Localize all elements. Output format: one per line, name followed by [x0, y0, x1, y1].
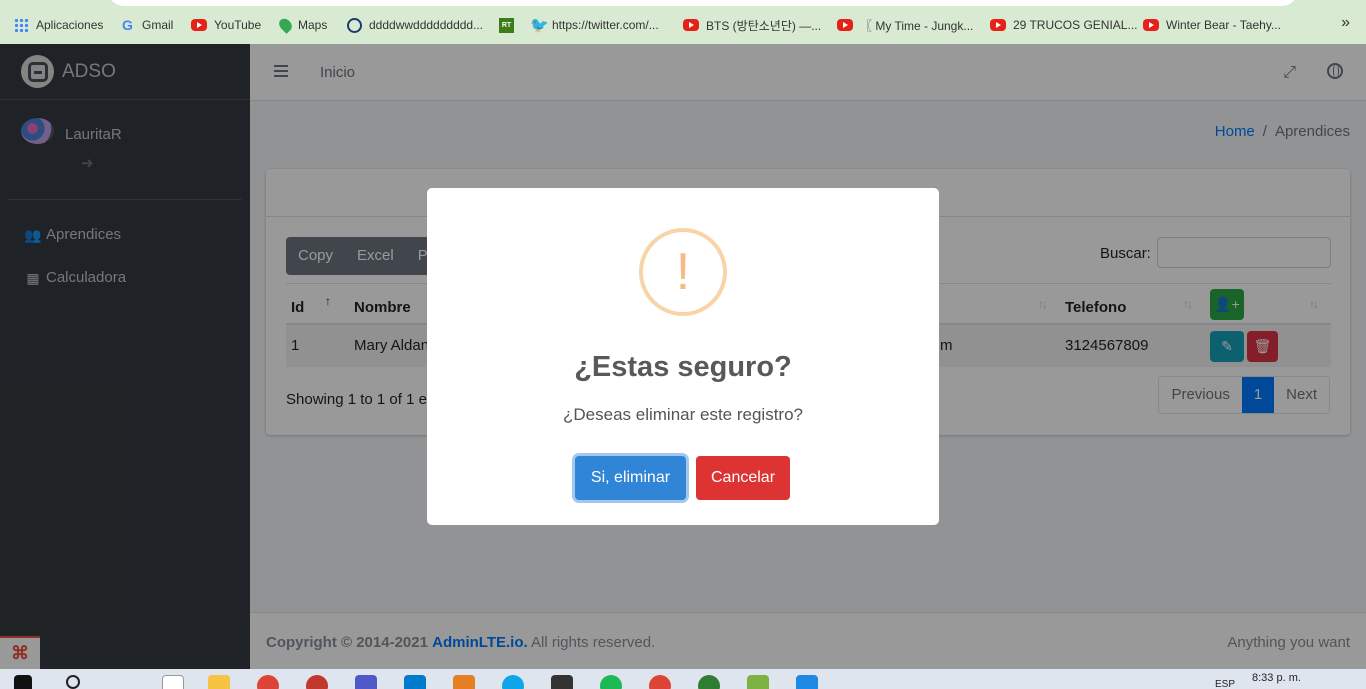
terminal-icon[interactable] — [747, 675, 769, 689]
app-icon[interactable] — [502, 675, 524, 689]
apps-grid-icon — [14, 17, 29, 33]
xampp-icon[interactable] — [453, 675, 475, 689]
dialog-title: ¿Estas seguro? — [574, 351, 792, 383]
windows-taskbar: ESP 8:33 p. m. — [0, 669, 1366, 689]
dialog-text: ¿Deseas eliminar este registro? — [563, 405, 803, 424]
bookmark-bts[interactable]: BTS (방탄소년단) —... — [683, 16, 821, 34]
bookmark-my-time[interactable]: 〖 My Time - Jungk... — [837, 16, 973, 34]
start-icon[interactable] — [14, 675, 32, 689]
bookmark-winter-bear[interactable]: Winter Bear - Taehy... — [1143, 16, 1281, 34]
sublime-icon[interactable] — [551, 675, 573, 689]
language-indicator[interactable]: ESP — [1215, 679, 1235, 689]
bookmark-apps[interactable]: Aplicaciones — [14, 16, 103, 34]
folder-icon[interactable] — [208, 675, 230, 689]
cancel-button[interactable]: Cancelar — [696, 456, 790, 500]
warning-icon: ! — [639, 228, 727, 316]
app-icon[interactable] — [698, 675, 720, 689]
bookmark-youtube[interactable]: YouTube — [191, 16, 261, 34]
chrome-icon[interactable] — [649, 675, 671, 689]
youtube-icon — [683, 19, 699, 31]
bookmark-gmail[interactable]: G Gmail — [120, 16, 173, 34]
confirm-dialog: ! ¿Estas seguro? ¿Deseas eliminar este r… — [427, 188, 939, 525]
chrome-icon[interactable] — [257, 675, 279, 689]
bookmarks-bar: Aplicaciones G Gmail YouTube Maps ddddwwd… — [0, 0, 1366, 44]
circle-icon — [347, 17, 362, 33]
bookmark-rt[interactable]: RT — [499, 16, 514, 34]
maps-pin-icon — [276, 16, 295, 34]
google-icon: G — [122, 16, 133, 33]
clock[interactable]: 8:33 p. m. — [1252, 672, 1301, 684]
youtube-icon — [1143, 19, 1159, 31]
app-icon[interactable] — [796, 675, 818, 689]
bookmark-maps[interactable]: Maps — [276, 16, 327, 34]
twitter-icon: 🐦 — [530, 16, 549, 34]
youtube-icon — [837, 19, 853, 31]
teams-icon[interactable] — [355, 675, 377, 689]
youtube-icon — [990, 19, 1006, 31]
notepad-icon[interactable] — [162, 675, 184, 689]
search-icon[interactable] — [66, 675, 80, 689]
bookmark-twitter[interactable]: 🐦 https://twitter.com/... — [530, 16, 659, 34]
bookmark-trucos[interactable]: 29 TRUCOS GENIAL... — [990, 16, 1137, 34]
address-bar-edge — [108, 0, 1298, 6]
youtube-icon — [191, 19, 207, 31]
spotify-icon[interactable] — [600, 675, 622, 689]
rt-icon: RT — [499, 17, 514, 33]
vscode-icon[interactable] — [404, 675, 426, 689]
bookmark-dddd[interactable]: ddddwwddddddddd... — [347, 16, 483, 34]
app-icon[interactable] — [306, 675, 328, 689]
confirm-delete-button[interactable]: Si, eliminar — [575, 456, 686, 500]
bookmarks-more-icon[interactable]: » — [1341, 14, 1350, 32]
